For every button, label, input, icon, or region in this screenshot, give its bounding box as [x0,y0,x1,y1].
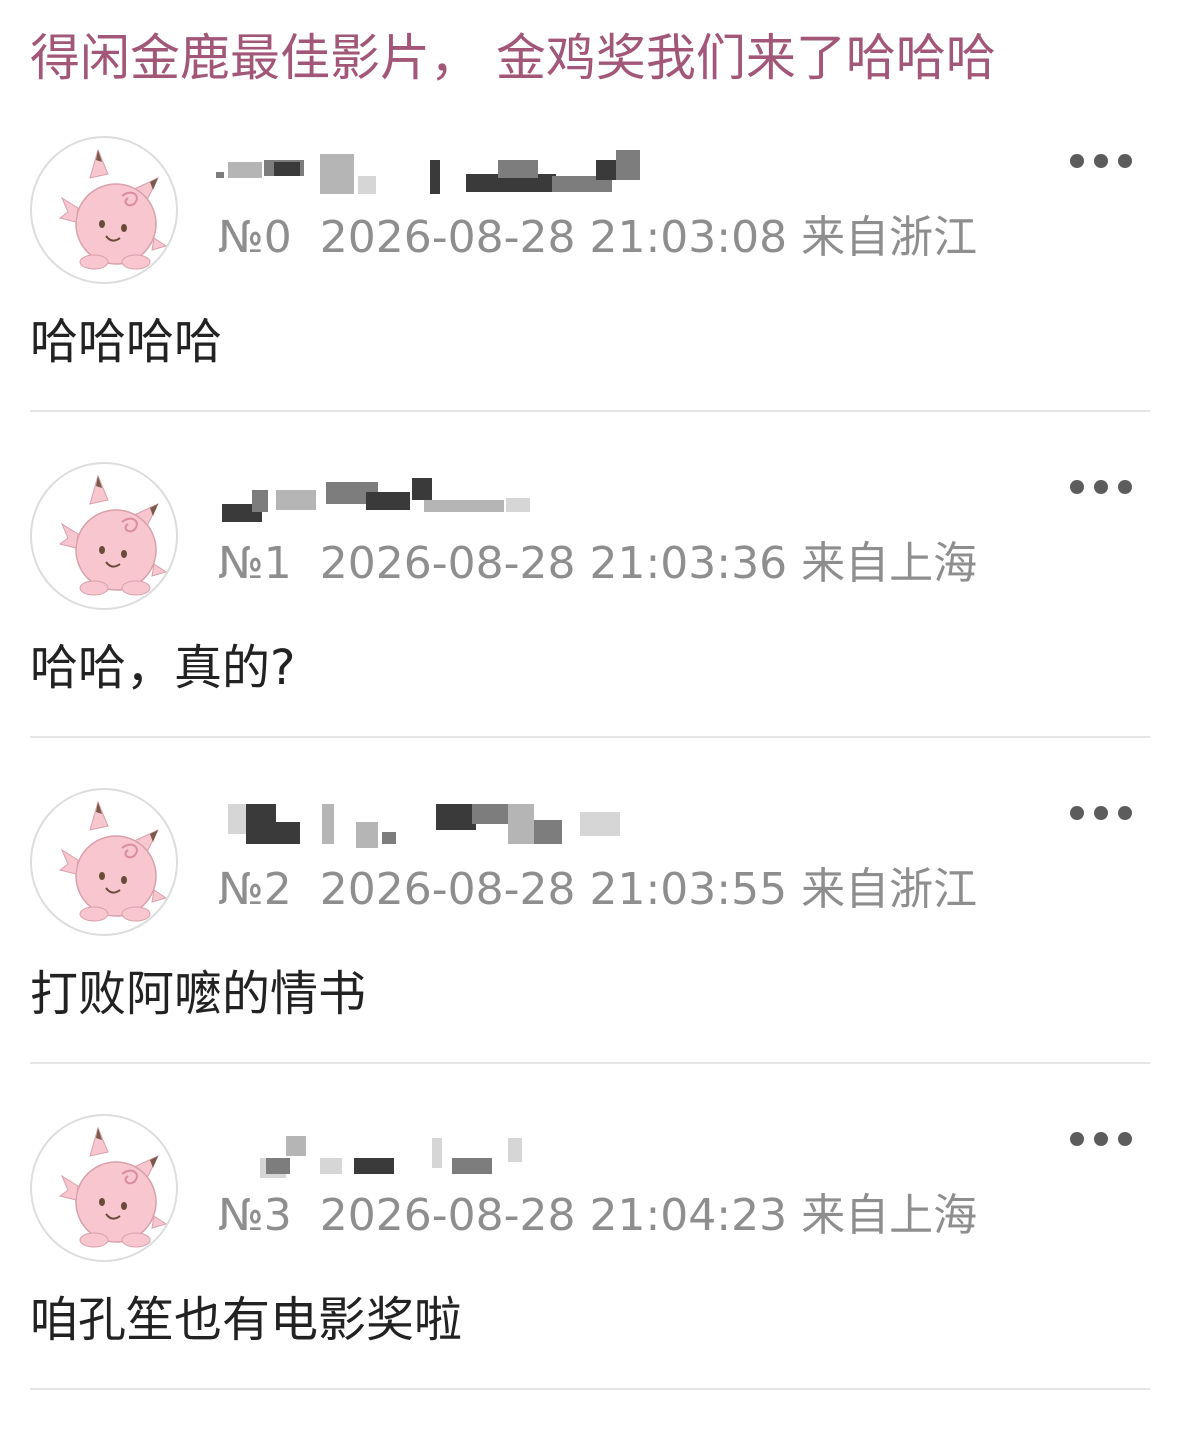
comment-meta: №3 2026-08-28 21:04:23 来自上海 [218,1190,977,1242]
more-dots-icon[interactable] [1070,146,1136,176]
pixelated-name-block [276,490,316,510]
comment-divider [30,410,1150,412]
username-obscured[interactable] [216,476,656,524]
floor-number: №0 [218,212,292,263]
pixelated-name-block [506,498,530,512]
comment-divider [30,1388,1150,1390]
pixelated-name-block [382,832,396,844]
comment-card: №0 2026-08-28 21:03:08 来自浙江哈哈哈哈 [0,136,1179,462]
pixelated-name-block [286,1136,306,1156]
comment-text: 打败阿嚒的情书 [30,966,367,1022]
pixelated-name-block [498,160,538,178]
dot [1070,480,1084,494]
comment-time: 2026-08-28 21:03:36 [319,538,788,589]
pixelated-name-block [320,154,354,194]
more-dots-icon[interactable] [1070,1124,1136,1154]
pixelated-name-block [580,812,620,836]
pixelated-name-block [274,162,300,176]
pixelated-name-block [508,1138,522,1162]
pink-creature-avatar-icon[interactable] [30,1114,178,1262]
comment-card: №3 2026-08-28 21:04:23 来自上海咱孔笙也有电影奖啦 [0,1114,1179,1440]
comment-card: №2 2026-08-28 21:03:55 来自浙江打败阿嚒的情书 [0,788,1179,1114]
pixelated-name-block [322,804,334,844]
comment-location: 来自浙江 [801,212,978,263]
comment-meta: №2 2026-08-28 21:03:55 来自浙江 [218,864,977,916]
dot [1094,1132,1108,1146]
username-obscured[interactable] [216,802,656,850]
comment-time: 2026-08-28 21:03:08 [319,212,788,263]
username-obscured[interactable] [216,150,656,198]
comment-time: 2026-08-28 21:03:55 [319,864,788,915]
comment-location: 来自上海 [801,538,978,589]
comment-time: 2026-08-28 21:04:23 [319,1190,788,1241]
pixelated-name-block [358,176,376,194]
pixelated-name-block [452,1158,492,1174]
pink-creature-avatar-icon[interactable] [30,136,178,284]
pixelated-name-block [272,822,300,844]
comment-meta: №0 2026-08-28 21:03:08 来自浙江 [218,212,977,264]
pixelated-name-block [266,1158,290,1174]
post-title: 得闲金鹿最佳影片， 金鸡奖我们来了哈哈哈 [30,29,996,87]
dot [1118,480,1132,494]
pixelated-name-block [320,1158,342,1174]
pixelated-name-block [616,150,640,180]
comment-divider [30,1062,1150,1064]
dot [1094,806,1108,820]
comment-location: 来自上海 [801,1190,978,1241]
comment-divider [30,736,1150,738]
floor-number: №1 [218,538,292,589]
dot [1070,154,1084,168]
pixelated-name-block [216,172,224,178]
comment-text: 哈哈，真的? [30,640,296,696]
comment-meta: №1 2026-08-28 21:03:36 来自上海 [218,538,977,590]
comment-text: 哈哈哈哈 [30,314,223,370]
floor-number: №2 [218,864,292,915]
dot [1094,154,1108,168]
pixelated-name-block [432,1138,442,1168]
pixelated-name-block [534,820,562,844]
pixelated-name-block [424,500,504,512]
dot [1118,154,1132,168]
pixelated-name-block [430,160,440,194]
pixelated-name-block [412,478,432,500]
pink-creature-avatar-icon[interactable] [30,788,178,936]
dot [1070,806,1084,820]
dot [1118,1132,1132,1146]
more-dots-icon[interactable] [1070,472,1136,502]
dot [1070,1132,1084,1146]
comment-text: 咱孔笙也有电影奖啦 [30,1292,463,1348]
pink-creature-avatar-icon[interactable] [30,462,178,610]
pixelated-name-block [356,822,378,848]
dot [1118,806,1132,820]
comment-location: 来自浙江 [801,864,978,915]
pixelated-name-block [366,492,410,510]
pixelated-name-block [252,490,268,512]
username-obscured[interactable] [216,1128,656,1178]
pixelated-name-block [436,804,476,830]
dot [1094,480,1108,494]
pixelated-name-block [354,1158,394,1174]
floor-number: №3 [218,1190,292,1241]
more-dots-icon[interactable] [1070,798,1136,828]
pixelated-name-block [228,162,262,178]
pixelated-name-block [508,804,534,844]
comment-card: №1 2026-08-28 21:03:36 来自上海哈哈，真的? [0,462,1179,788]
